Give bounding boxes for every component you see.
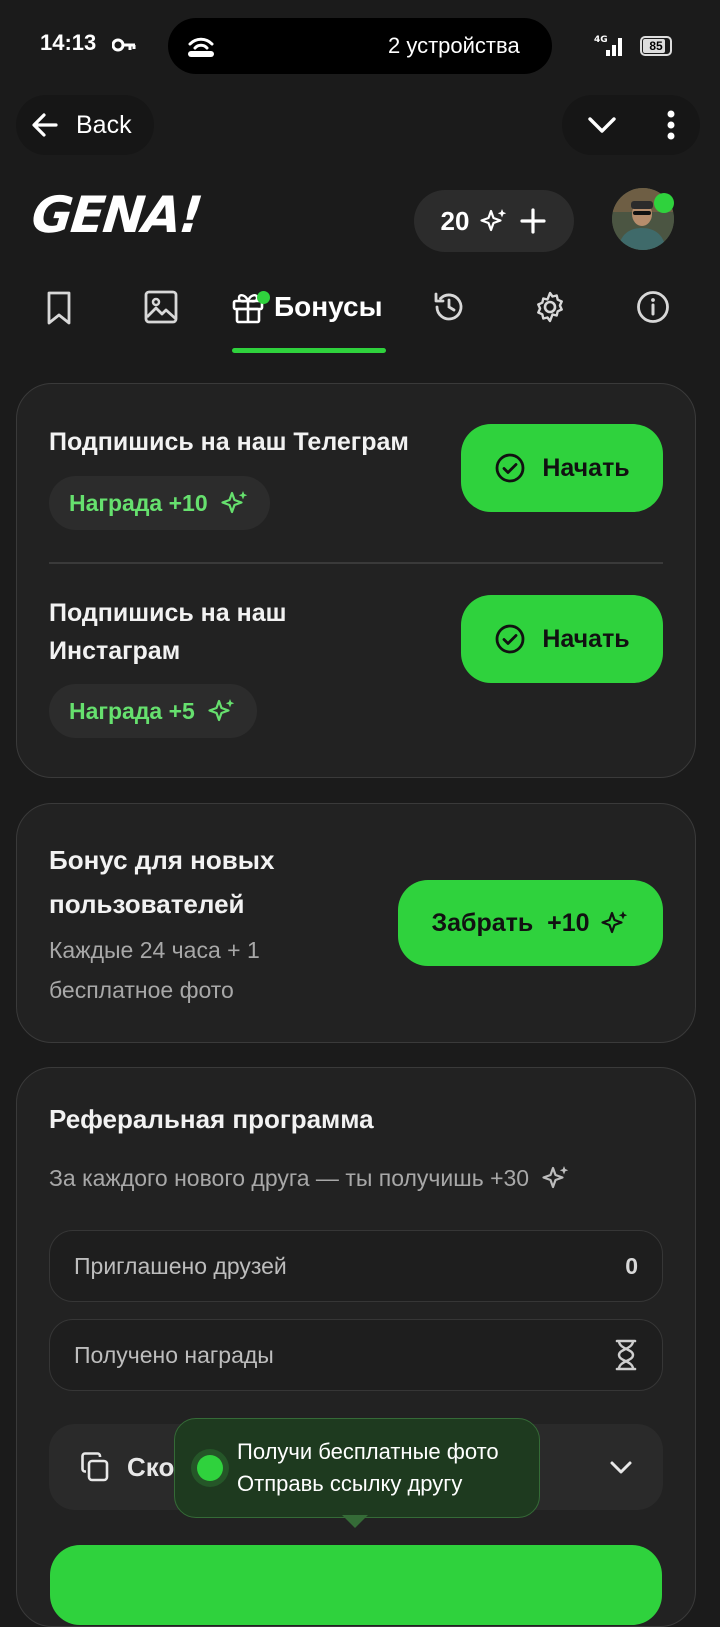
claim-bonus-label: Забрать +10 [431,908,590,937]
battery-percent: 85 [649,39,663,53]
new-user-bonus-title: Бонус для новых пользователей [49,838,274,926]
status-time: 14:13 [40,30,97,55]
hotspot-icon [186,32,216,58]
task-instagram-title-line2: Инстаграм [49,637,181,665]
new-user-bonus-title-line2: пользователей [49,889,245,919]
start-button-label: Начать [542,453,630,482]
bookmark-icon [44,290,74,326]
tab-bonuses-label: Бонусы [274,291,383,322]
tooltip-text: Получи бесплатные фото Отправь ссылку др… [237,1436,499,1500]
referral-subtitle-row: За каждого нового друга — ты получишь +3… [49,1163,571,1193]
tooltip-line2: Отправь ссылку другу [237,1471,463,1496]
task-instagram-title: Подпишись на наш Инстаграм [49,594,286,670]
tab-bonuses[interactable]: Бонусы [232,290,383,324]
invited-friends-label: Приглашено друзей [74,1252,287,1279]
key-icon [112,38,136,52]
chevron-down-icon[interactable] [609,1459,633,1475]
tab-bookmarks[interactable] [44,290,74,326]
arrow-left-icon [30,110,60,140]
start-instagram-button[interactable]: Начать [461,595,663,683]
invited-friends-row: Приглашено друзей 0 [49,1230,663,1302]
new-user-bonus-desc-line1: Каждые 24 часа + 1 [49,937,260,963]
new-user-bonus-title-line1: Бонус для новых [49,845,275,875]
hourglass-icon [614,1339,638,1371]
referral-title: Реферальная программа [49,1104,374,1134]
sparkles-icon [479,206,509,236]
start-button-label: Начать [542,624,630,653]
task-telegram-reward: Награда +10 [49,476,270,530]
info-icon [636,290,670,324]
share-link-button[interactable] [50,1545,662,1625]
gear-icon [533,290,567,324]
credits-count: 20 [440,205,470,236]
tab-info[interactable] [636,290,670,324]
notification-dot [257,291,270,304]
back-button[interactable]: Back [16,95,154,155]
reward-label: Награда +10 [69,489,208,516]
task-instagram-reward: Награда +5 [49,684,257,738]
rewards-received-row: Получено награды [49,1319,663,1391]
network-type-text: 4G [594,35,608,45]
history-icon [432,290,466,324]
divider [49,562,663,564]
claim-bonus-button[interactable]: Забрать +10 [398,880,663,966]
task-telegram-title: Подпишись на наш Телеграм [49,428,409,456]
battery-indicator: 85 [640,36,672,56]
tab-images[interactable] [144,290,178,324]
sparkles-icon [207,696,237,726]
tab-history[interactable] [432,290,466,324]
tab-settings[interactable] [533,290,567,324]
online-status-dot [654,193,674,213]
sparkles-icon [600,908,630,938]
copy-icon [79,1451,111,1483]
referral-tooltip: Получи бесплатные фото Отправь ссылку др… [174,1418,540,1518]
invited-friends-value: 0 [625,1252,638,1279]
device-count-text: 2 устройства [388,33,520,58]
start-telegram-button[interactable]: Начать [461,424,663,512]
chevron-down-icon[interactable] [587,115,617,135]
more-vertical-icon[interactable] [667,110,675,140]
tooltip-arrow [342,1515,368,1528]
sparkles-icon [220,488,250,518]
active-tab-indicator [232,348,386,353]
task-instagram-title-line1: Подпишись на наш [49,599,287,627]
rewards-received-label: Получено награды [74,1341,274,1368]
tooltip-indicator-dot [197,1455,223,1481]
sparkles-icon [541,1163,571,1193]
window-controls [562,95,700,155]
back-label: Back [76,110,132,139]
new-user-bonus-description: Каждые 24 часа + 1 бесплатное фото [49,930,260,1010]
check-circle-icon [494,452,526,484]
signal-icon: 4G [594,32,626,58]
image-icon [144,290,178,324]
new-user-bonus-desc-line2: бесплатное фото [49,977,234,1003]
add-credits-icon[interactable] [519,207,547,235]
reward-label: Награда +5 [69,697,195,724]
check-circle-icon [494,623,526,655]
app-logo: GENA! [28,186,204,244]
credits-balance[interactable]: 20 [414,190,574,252]
referral-subtitle: За каждого нового друга — ты получишь +3… [49,1164,530,1191]
tooltip-line1: Получи бесплатные фото [237,1439,499,1464]
